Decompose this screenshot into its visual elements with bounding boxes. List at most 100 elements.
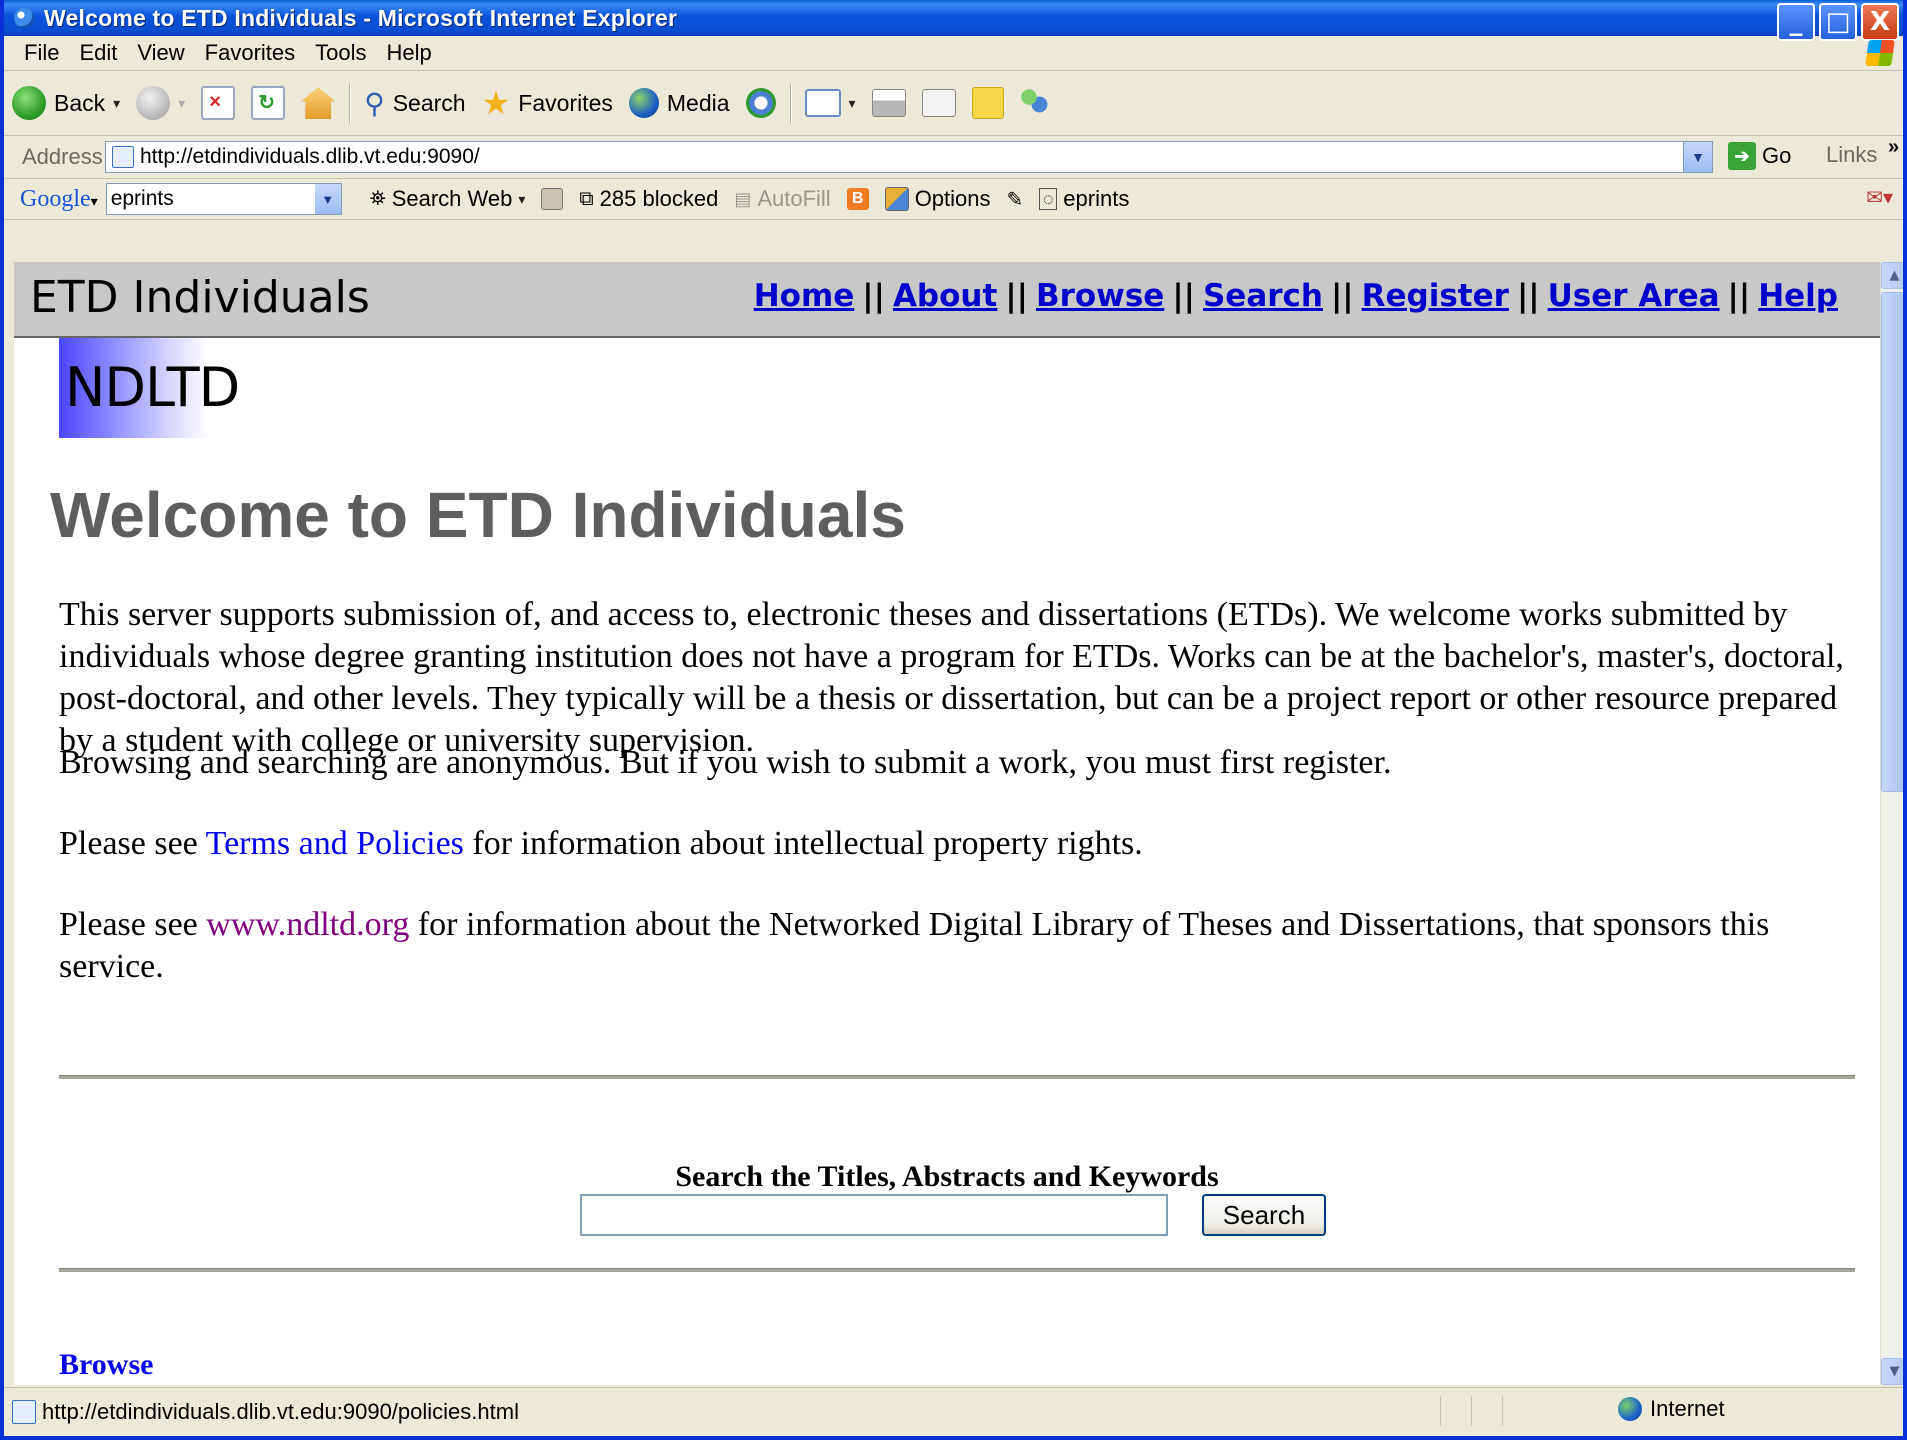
google-toolbar-extra-icon[interactable]: ✉▾ xyxy=(1866,185,1893,210)
nav-register[interactable]: Register xyxy=(1362,278,1509,314)
ndltd-org-link[interactable]: www.ndltd.org xyxy=(206,906,409,943)
term-eprints-button[interactable]: ◌ eprints xyxy=(1031,186,1137,212)
nav-help[interactable]: Help xyxy=(1758,278,1838,314)
stop-button[interactable]: × xyxy=(193,71,243,135)
note-icon xyxy=(971,87,1004,119)
messenger-button[interactable] xyxy=(1012,71,1058,135)
mail-dropdown-icon[interactable]: ▾ xyxy=(849,95,856,112)
scroll-down-icon[interactable]: ▼ xyxy=(1881,1358,1903,1385)
menu-tools[interactable]: Tools xyxy=(305,40,376,66)
menu-file[interactable]: File xyxy=(4,40,69,66)
refresh-button[interactable]: ↻ xyxy=(243,71,293,135)
popup-blocker-button[interactable]: ⧉ 285 blocked xyxy=(571,186,726,212)
go-arrow-icon: ➔ xyxy=(1728,142,1756,170)
search-submit-button[interactable]: Search xyxy=(1202,1194,1326,1236)
google-menu-caret-icon[interactable]: ▾ xyxy=(91,195,98,210)
options-icon xyxy=(884,187,909,211)
ie-app-icon[interactable] xyxy=(14,8,34,28)
status-page-icon xyxy=(12,1400,36,1424)
home-icon xyxy=(301,87,336,119)
ndltd-logo[interactable]: NDLTD xyxy=(59,338,259,438)
popup-blocker-icon: ⧉ xyxy=(579,187,594,210)
autofill-button[interactable]: ▤ AutoFill xyxy=(726,186,838,212)
edit-button[interactable] xyxy=(914,71,964,135)
nav-search[interactable]: Search xyxy=(1203,278,1323,314)
mail-icon xyxy=(804,89,841,117)
vertical-scrollbar[interactable]: ▲ ▼ xyxy=(1880,262,1903,1385)
discuss-button[interactable] xyxy=(964,71,1012,135)
term-search-icon: ◌ xyxy=(1039,188,1058,210)
options-button[interactable]: Options xyxy=(877,186,999,212)
toolbar-separator xyxy=(349,83,351,123)
back-button[interactable]: Back ▾ xyxy=(4,71,128,135)
address-input[interactable]: http://etdindividuals.dlib.vt.edu:9090/ … xyxy=(105,141,1713,173)
history-button[interactable] xyxy=(738,71,784,135)
highlighter-icon: ✎ xyxy=(1006,188,1024,211)
highlighter-button[interactable]: ✎ xyxy=(999,187,1032,212)
print-button[interactable] xyxy=(864,71,914,135)
search-input[interactable] xyxy=(580,1194,1168,1236)
browse-link[interactable]: Browse xyxy=(59,1348,153,1382)
forward-dropdown-icon[interactable]: ▾ xyxy=(178,95,185,112)
windows-flag-icon xyxy=(1865,40,1895,66)
nav-user-area[interactable]: User Area xyxy=(1548,278,1720,314)
site-nav: Home || About || Browse || Search || Register || U… xyxy=(753,278,1838,314)
status-text: http://etdindividuals.dlib.vt.edu:9090/p… xyxy=(42,1399,519,1424)
site-header: ETD Individuals Home || About || Browse || Sea… xyxy=(14,262,1880,338)
intro-paragraph: This server supports submission of, and … xyxy=(59,596,1844,759)
page-content: NDLTD Welcome to ETD Individuals This se… xyxy=(14,338,1880,1385)
star-icon: ★ xyxy=(481,85,511,121)
mail-button[interactable]: ▾ xyxy=(797,71,864,135)
google-logo[interactable]: Google▾ xyxy=(4,186,98,213)
divider xyxy=(59,1268,1855,1272)
site-title: ETD Individuals xyxy=(30,272,370,323)
favorites-button[interactable]: ★ Favorites xyxy=(474,71,621,135)
blogger-icon: B xyxy=(846,188,869,210)
nav-about[interactable]: About xyxy=(893,278,997,314)
window-title: Welcome to ETD Individuals - Microsoft I… xyxy=(44,4,678,31)
address-bar: Address http://etdindividuals.dlib.vt.ed… xyxy=(4,136,1903,179)
page-icon xyxy=(112,146,134,168)
menu-view[interactable]: View xyxy=(127,40,194,66)
toolbar-separator xyxy=(789,83,791,123)
terms-and-policies-link[interactable]: Terms and Policies xyxy=(206,825,464,862)
blogger-button[interactable]: B xyxy=(839,188,877,210)
media-button[interactable]: Media xyxy=(621,71,738,135)
google-search-box[interactable]: eprints ▼ xyxy=(105,183,342,215)
google-search-dropdown-icon[interactable]: ▼ xyxy=(314,184,341,214)
menu-favorites[interactable]: Favorites xyxy=(195,40,305,66)
security-zone: Internet xyxy=(1618,1396,1725,1422)
status-bar: http://etdindividuals.dlib.vt.edu:9090/p… xyxy=(4,1387,1903,1436)
search-web-button[interactable]: ⛯ Search Web ▾ xyxy=(362,186,534,212)
forward-button[interactable]: ▾ xyxy=(128,71,193,135)
ndltd-paragraph: Please see www.ndltd.org for information… xyxy=(59,906,1770,985)
scroll-thumb[interactable] xyxy=(1881,292,1903,792)
home-button[interactable] xyxy=(293,71,343,135)
magnifier-icon: ⚲ xyxy=(364,87,385,119)
news-button[interactable] xyxy=(533,188,571,210)
stop-icon: × xyxy=(201,86,236,120)
search-button[interactable]: ⚲ Search xyxy=(356,71,473,135)
address-dropdown-icon[interactable]: ▼ xyxy=(1683,142,1712,172)
go-button[interactable]: ➔ Go xyxy=(1728,142,1791,170)
standard-toolbar: Back ▾ ▾ × ↻ ⚲ Search ★ Favorites Media xyxy=(4,71,1903,136)
edit-page-icon xyxy=(921,89,956,117)
links-toolbar[interactable]: Links xyxy=(1826,142,1877,168)
print-icon xyxy=(871,89,906,117)
binoculars-icon: ⛯ xyxy=(369,187,386,210)
title-bar[interactable]: Welcome to ETD Individuals - Microsoft I… xyxy=(4,0,1903,41)
messenger-icon xyxy=(1019,88,1050,118)
back-dropdown-icon[interactable]: ▾ xyxy=(113,95,120,112)
address-url[interactable]: http://etdindividuals.dlib.vt.edu:9090/ xyxy=(140,145,480,169)
links-chevron-icon[interactable]: » xyxy=(1888,136,1899,159)
internet-globe-icon xyxy=(1618,1397,1642,1421)
menu-help[interactable]: Help xyxy=(377,40,442,66)
menu-edit[interactable]: Edit xyxy=(69,40,127,66)
search-web-dropdown-icon[interactable]: ▾ xyxy=(518,191,525,208)
nav-home[interactable]: Home xyxy=(754,278,855,314)
search-heading: Search the Titles, Abstracts and Keyword… xyxy=(675,1160,1219,1193)
scroll-up-icon[interactable]: ▲ xyxy=(1881,262,1903,289)
history-icon xyxy=(745,88,776,118)
autofill-icon: ▤ xyxy=(734,188,752,209)
nav-browse[interactable]: Browse xyxy=(1036,278,1164,314)
